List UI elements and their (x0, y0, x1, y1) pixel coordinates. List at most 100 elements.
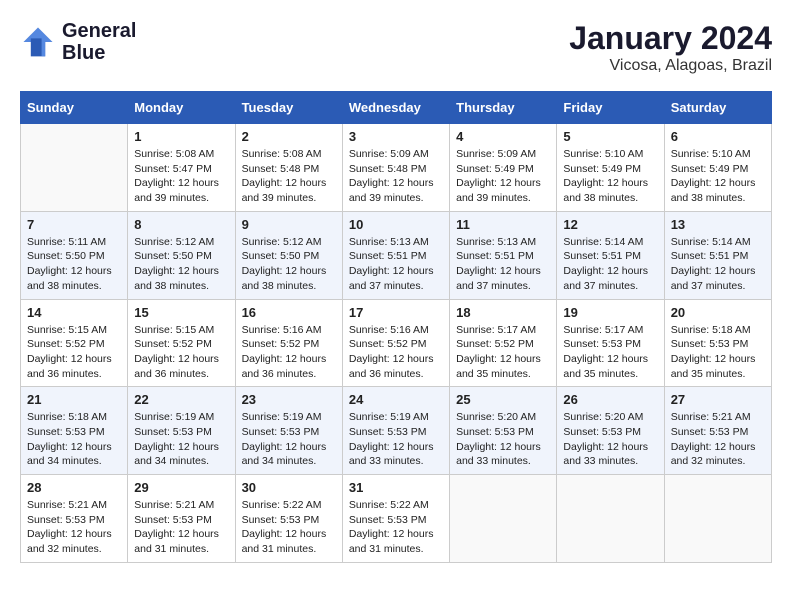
day-info: Sunrise: 5:10 AMSunset: 5:49 PMDaylight:… (563, 147, 657, 206)
day-number: 25 (456, 392, 550, 407)
calendar-week-row: 7 Sunrise: 5:11 AMSunset: 5:50 PMDaylight… (21, 211, 772, 299)
day-info: Sunrise: 5:18 AMSunset: 5:53 PMDaylight:… (27, 410, 121, 469)
day-info: Sunrise: 5:19 AMSunset: 5:53 PMDaylight:… (349, 410, 443, 469)
day-number: 12 (563, 217, 657, 232)
calendar-cell: 21 Sunrise: 5:18 AMSunset: 5:53 PMDayligh… (21, 387, 128, 475)
calendar-week-row: 28 Sunrise: 5:21 AMSunset: 5:53 PMDayligh… (21, 475, 772, 563)
calendar-cell: 18 Sunrise: 5:17 AMSunset: 5:52 PMDayligh… (450, 299, 557, 387)
day-info: Sunrise: 5:20 AMSunset: 5:53 PMDaylight:… (456, 410, 550, 469)
calendar-cell: 9 Sunrise: 5:12 AMSunset: 5:50 PMDaylight… (235, 211, 342, 299)
day-number: 10 (349, 217, 443, 232)
day-info: Sunrise: 5:16 AMSunset: 5:52 PMDaylight:… (242, 323, 336, 382)
day-info: Sunrise: 5:08 AMSunset: 5:47 PMDaylight:… (134, 147, 228, 206)
calendar-cell: 16Sunrise: 5:16 AMSunset: 5:52 PMDayligh… (235, 299, 342, 387)
day-info: Sunrise: 5:12 AMSunset: 5:50 PMDaylight:… (134, 235, 228, 294)
day-number: 23 (242, 392, 336, 407)
calendar-cell: 24 Sunrise: 5:19 AMSunset: 5:53 PMDayligh… (342, 387, 449, 475)
page-header: General Blue January 2024 Vicosa, Alagoa… (20, 20, 772, 75)
calendar-cell: 14 Sunrise: 5:15 AMSunset: 5:52 PMDayligh… (21, 299, 128, 387)
calendar-cell: 8Sunrise: 5:12 AMSunset: 5:50 PMDaylight… (128, 211, 235, 299)
day-info: Sunrise: 5:11 AMSunset: 5:50 PMDaylight:… (27, 235, 121, 294)
calendar-cell: 6Sunrise: 5:10 AMSunset: 5:49 PMDaylight… (664, 124, 771, 212)
calendar-cell: 4Sunrise: 5:09 AMSunset: 5:49 PMDaylight… (450, 124, 557, 212)
day-info: Sunrise: 5:08 AMSunset: 5:48 PMDaylight:… (242, 147, 336, 206)
calendar-cell: 19Sunrise: 5:17 AMSunset: 5:53 PMDayligh… (557, 299, 664, 387)
calendar-cell: 5 Sunrise: 5:10 AMSunset: 5:49 PMDaylight… (557, 124, 664, 212)
day-number: 14 (27, 305, 121, 320)
calendar-cell: 31 Sunrise: 5:22 AMSunset: 5:53 PMDayligh… (342, 475, 449, 563)
calendar-cell (21, 124, 128, 212)
title-section: January 2024 Vicosa, Alagoas, Brazil (569, 20, 772, 75)
day-number: 24 (349, 392, 443, 407)
day-info: Sunrise: 5:20 AMSunset: 5:53 PMDaylight:… (563, 410, 657, 469)
day-info: Sunrise: 5:15 AMSunset: 5:52 PMDaylight:… (27, 323, 121, 382)
day-number: 28 (27, 480, 121, 495)
day-info: Sunrise: 5:14 AMSunset: 5:51 PMDaylight:… (563, 235, 657, 294)
calendar-cell: 30 Sunrise: 5:22 AMSunset: 5:53 PMDayligh… (235, 475, 342, 563)
day-number: 9 (242, 217, 336, 232)
calendar-cell: 1 Sunrise: 5:08 AMSunset: 5:47 PMDaylight… (128, 124, 235, 212)
calendar-cell: 26 Sunrise: 5:20 AMSunset: 5:53 PMDayligh… (557, 387, 664, 475)
calendar-week-row: 21 Sunrise: 5:18 AMSunset: 5:53 PMDayligh… (21, 387, 772, 475)
day-info: Sunrise: 5:15 AMSunset: 5:52 PMDaylight:… (134, 323, 228, 382)
day-number: 26 (563, 392, 657, 407)
day-info: Sunrise: 5:19 AMSunset: 5:53 PMDaylight:… (242, 410, 336, 469)
day-header-monday: Monday (128, 92, 235, 124)
logo-text: General Blue (62, 20, 136, 64)
day-info: Sunrise: 5:17 AMSunset: 5:53 PMDaylight:… (563, 323, 657, 382)
day-info: Sunrise: 5:19 AMSunset: 5:53 PMDaylight:… (134, 410, 228, 469)
day-info: Sunrise: 5:22 AMSunset: 5:53 PMDaylight:… (349, 498, 443, 557)
day-info: Sunrise: 5:10 AMSunset: 5:49 PMDaylight:… (671, 147, 765, 206)
day-number: 27 (671, 392, 765, 407)
calendar-header-row: SundayMondayTuesdayWednesdayThursdayFrid… (21, 92, 772, 124)
day-number: 5 (563, 129, 657, 144)
day-number: 21 (27, 392, 121, 407)
day-number: 2 (242, 129, 336, 144)
calendar-cell: 29 Sunrise: 5:21 AMSunset: 5:53 PMDayligh… (128, 475, 235, 563)
day-number: 13 (671, 217, 765, 232)
day-header-saturday: Saturday (664, 92, 771, 124)
calendar-cell: 11 Sunrise: 5:13 AMSunset: 5:51 PMDayligh… (450, 211, 557, 299)
calendar-cell: 2 Sunrise: 5:08 AMSunset: 5:48 PMDaylight… (235, 124, 342, 212)
calendar-cell (557, 475, 664, 563)
calendar-cell: 27 Sunrise: 5:21 AMSunset: 5:53 PMDayligh… (664, 387, 771, 475)
day-number: 7 (27, 217, 121, 232)
day-number: 22 (134, 392, 228, 407)
day-number: 31 (349, 480, 443, 495)
month-title: January 2024 (569, 20, 772, 57)
calendar-table: SundayMondayTuesdayWednesdayThursdayFrid… (20, 91, 772, 563)
calendar-cell: 15Sunrise: 5:15 AMSunset: 5:52 PMDayligh… (128, 299, 235, 387)
day-header-thursday: Thursday (450, 92, 557, 124)
day-number: 1 (134, 129, 228, 144)
day-info: Sunrise: 5:13 AMSunset: 5:51 PMDaylight:… (456, 235, 550, 294)
calendar-cell: 7 Sunrise: 5:11 AMSunset: 5:50 PMDaylight… (21, 211, 128, 299)
day-number: 4 (456, 129, 550, 144)
logo: General Blue (20, 20, 136, 64)
calendar-cell: 17Sunrise: 5:16 AMSunset: 5:52 PMDayligh… (342, 299, 449, 387)
day-number: 11 (456, 217, 550, 232)
day-header-wednesday: Wednesday (342, 92, 449, 124)
calendar-cell: 28Sunrise: 5:21 AMSunset: 5:53 PMDayligh… (21, 475, 128, 563)
day-info: Sunrise: 5:18 AMSunset: 5:53 PMDaylight:… (671, 323, 765, 382)
day-info: Sunrise: 5:14 AMSunset: 5:51 PMDaylight:… (671, 235, 765, 294)
calendar-cell: 3 Sunrise: 5:09 AMSunset: 5:48 PMDaylight… (342, 124, 449, 212)
day-number: 3 (349, 129, 443, 144)
calendar-cell: 23 Sunrise: 5:19 AMSunset: 5:53 PMDayligh… (235, 387, 342, 475)
calendar-cell: 25 Sunrise: 5:20 AMSunset: 5:53 PMDayligh… (450, 387, 557, 475)
day-info: Sunrise: 5:21 AMSunset: 5:53 PMDaylight:… (134, 498, 228, 557)
day-info: Sunrise: 5:22 AMSunset: 5:53 PMDaylight:… (242, 498, 336, 557)
calendar-cell: 20 Sunrise: 5:18 AMSunset: 5:53 PMDayligh… (664, 299, 771, 387)
calendar-cell: 13 Sunrise: 5:14 AMSunset: 5:51 PMDayligh… (664, 211, 771, 299)
calendar-cell (664, 475, 771, 563)
day-number: 30 (242, 480, 336, 495)
day-header-friday: Friday (557, 92, 664, 124)
day-info: Sunrise: 5:09 AMSunset: 5:48 PMDaylight:… (349, 147, 443, 206)
day-number: 20 (671, 305, 765, 320)
day-number: 18 (456, 305, 550, 320)
day-info: Sunrise: 5:21 AMSunset: 5:53 PMDaylight:… (671, 410, 765, 469)
day-number: 17 (349, 305, 443, 320)
day-number: 29 (134, 480, 228, 495)
calendar-cell: 10Sunrise: 5:13 AMSunset: 5:51 PMDayligh… (342, 211, 449, 299)
day-info: Sunrise: 5:17 AMSunset: 5:52 PMDaylight:… (456, 323, 550, 382)
day-info: Sunrise: 5:12 AMSunset: 5:50 PMDaylight:… (242, 235, 336, 294)
